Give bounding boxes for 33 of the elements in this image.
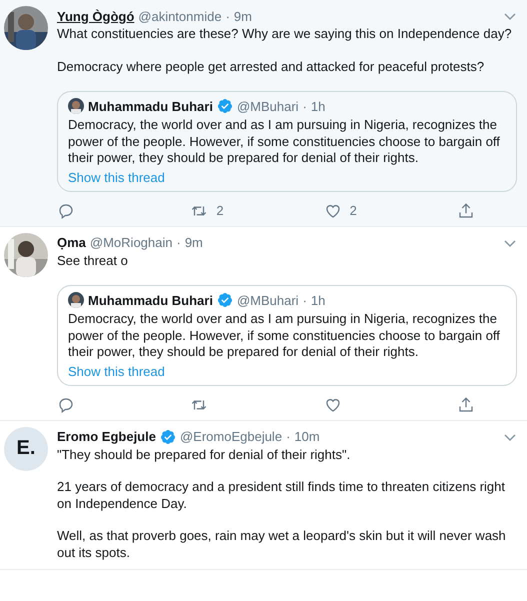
- avatar[interactable]: E.: [4, 426, 48, 470]
- author-name[interactable]: Eromo Egbejule: [57, 429, 156, 444]
- separator-dot: ·: [302, 98, 307, 114]
- tweet-text: "They should be prepared for denial of their rights".: [57, 446, 352, 463]
- timestamp[interactable]: 10m: [294, 429, 320, 444]
- show-thread-link[interactable]: Show this thread: [68, 170, 165, 184]
- timestamp[interactable]: 9m: [184, 235, 203, 250]
- author-handle[interactable]: @MBuhari: [236, 98, 299, 114]
- author-handle[interactable]: @akintonmide: [138, 8, 222, 24]
- author-handle[interactable]: @EromoEgbejule: [180, 429, 282, 444]
- author-handle[interactable]: @MoRioghain: [90, 235, 172, 250]
- author-name[interactable]: Ọma: [57, 235, 86, 250]
- tweet-text: Well, as that proverb goes, rain may wet a leopard's skin but it will never wash out its spots.: [57, 528, 507, 561]
- separator-dot: ·: [286, 429, 290, 444]
- author-name[interactable]: Muhammadu Buhari: [88, 292, 213, 308]
- author-name[interactable]: Muhammadu Buhari: [88, 98, 213, 114]
- separator-dot: ·: [302, 292, 307, 308]
- separator-dot: ·: [176, 235, 181, 250]
- quoted-text: Democracy, the world over and as I am pursuing in Nigeria, recognizes the power of the people. However, if some constituencies choose to bargain off their power, they should be prepared for denial of their rights.: [68, 311, 501, 360]
- quoted-text: Democracy, the world over and as I am pursuing in Nigeria, recognizes the power of the people. However, if some constituencies choose to bargain off their power, they should be prepared for denial of their rights.: [68, 117, 501, 166]
- timestamp[interactable]: 1h: [310, 292, 326, 308]
- show-thread-link[interactable]: Show this thread: [68, 364, 165, 378]
- tweet-text: See threat o: [57, 252, 129, 269]
- timestamp[interactable]: 9m: [234, 8, 252, 24]
- author-handle[interactable]: @MBuhari: [236, 292, 299, 308]
- timestamp[interactable]: 1h: [310, 98, 326, 114]
- retweet-count: 2: [216, 203, 224, 218]
- tweet-text: Democracy where people get arrested and attacked for peaceful protests?: [57, 58, 486, 75]
- author-name[interactable]: Yung Ògògó: [57, 8, 134, 24]
- separator-dot: ·: [226, 8, 230, 24]
- like-count: 2: [350, 203, 357, 218]
- tweet-text: What constituencies are these? Why are we saying this on Independence day?: [57, 26, 513, 42]
- tweet-text: 21 years of democracy and a president still finds time to threaten citizens right on Independence Day.: [57, 479, 506, 512]
